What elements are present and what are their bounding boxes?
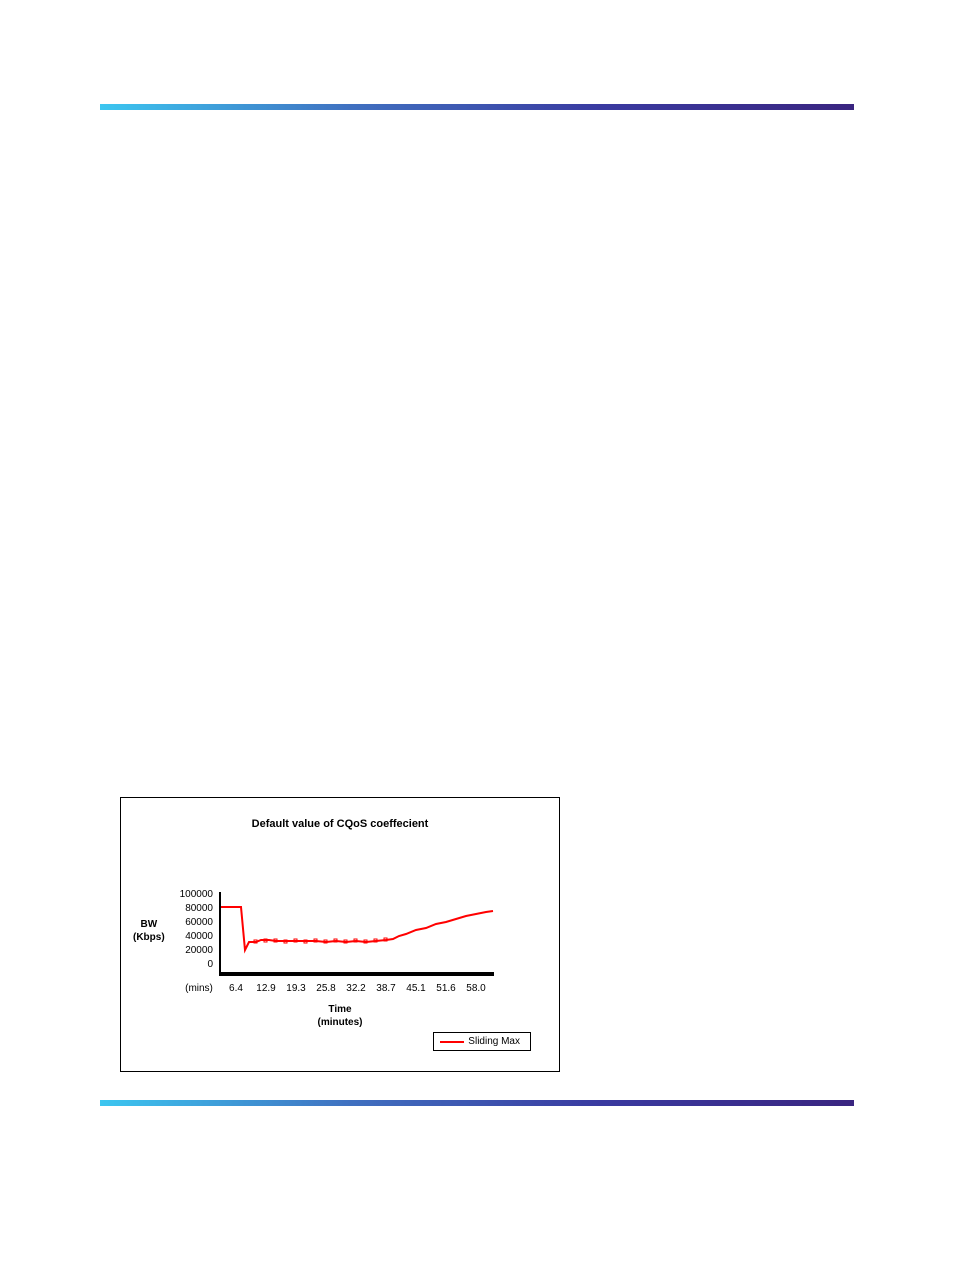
chart-container: Default value of CQoS coeffecient BW (Kb… xyxy=(120,797,560,1072)
legend-label: Sliding Max xyxy=(468,1036,520,1047)
sliding-max-line xyxy=(221,907,493,950)
y-tick-labels: 100000 80000 60000 40000 20000 0 xyxy=(173,888,213,972)
legend: Sliding Max xyxy=(433,1032,531,1051)
x-tick-labels: (mins) 6.4 12.9 19.3 25.8 32.2 38.7 45.1… xyxy=(181,983,511,994)
legend-line-icon xyxy=(440,1041,464,1043)
top-gradient-bar xyxy=(100,104,854,110)
plot-area xyxy=(219,892,494,976)
y-axis-label: BW (Kbps) xyxy=(133,918,165,944)
chart-title: Default value of CQoS coeffecient xyxy=(121,818,559,830)
bottom-gradient-bar xyxy=(100,1100,854,1106)
x-axis-label: Time (minutes) xyxy=(121,1003,559,1029)
